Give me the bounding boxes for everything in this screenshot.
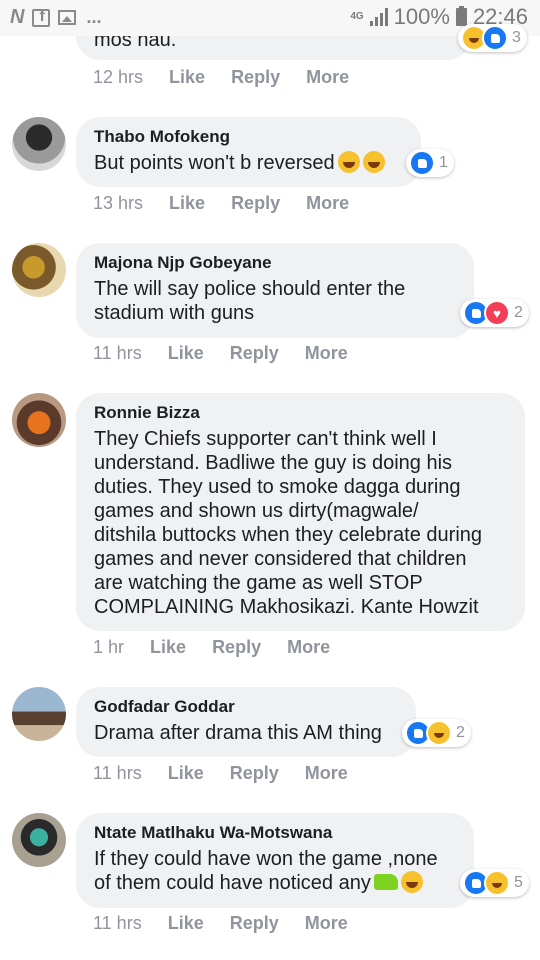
- avatar[interactable]: [12, 243, 66, 297]
- facebook-notification-icon: [32, 8, 51, 27]
- reactions-summary[interactable]: 2: [402, 719, 471, 747]
- more-notifications-icon: ...: [86, 7, 102, 27]
- like-action[interactable]: Like: [168, 913, 204, 934]
- reply-action[interactable]: Reply: [212, 637, 261, 658]
- comment-bubble[interactable]: Ronnie Bizza They Chiefs supporter can't…: [76, 393, 525, 631]
- comment-meta: 12 hrs Like Reply More: [93, 67, 349, 88]
- like-reaction-icon: [409, 150, 435, 176]
- comment-text: They Chiefs supporter can't think well I…: [94, 428, 483, 618]
- notification-icons: N ...: [10, 6, 101, 29]
- reply-action[interactable]: Reply: [231, 193, 280, 214]
- reactions-summary[interactable]: 1: [406, 149, 454, 177]
- more-action[interactable]: More: [287, 637, 330, 658]
- reactions-summary[interactable]: 2: [460, 299, 529, 327]
- comment-author[interactable]: Ntate Matlhaku Wa-Motswana: [94, 823, 456, 843]
- battery-icon: [455, 6, 467, 26]
- battery-percent: 100%: [393, 4, 450, 29]
- reply-action[interactable]: Reply: [230, 913, 279, 934]
- avatar[interactable]: [12, 813, 66, 867]
- like-action[interactable]: Like: [168, 763, 204, 784]
- comment-text: The will say police should enter the sta…: [94, 278, 406, 324]
- comment-text: But points won't b reversed: [94, 152, 335, 174]
- reply-action[interactable]: Reply: [230, 343, 279, 364]
- comment-text-line: If they could have won the game ,none of…: [94, 847, 456, 895]
- comment-author[interactable]: Majona Njp Gobeyane: [94, 253, 456, 273]
- more-action[interactable]: More: [306, 67, 349, 88]
- laughing-emoji-icon: [337, 151, 360, 173]
- laughing-emoji-icon: [362, 151, 385, 173]
- comment-bubble[interactable]: Godfadar Goddar Drama after drama this A…: [76, 687, 416, 757]
- comment-text-line: But points won't b reversed: [94, 151, 403, 175]
- more-action[interactable]: More: [306, 193, 349, 214]
- signal-icon: [369, 8, 388, 26]
- like-action[interactable]: Like: [169, 67, 205, 88]
- comment-bubble[interactable]: Thabo Mofokeng But points won't b revers…: [76, 117, 421, 187]
- avatar[interactable]: [12, 117, 66, 171]
- water-pistol-emoji-icon: [373, 874, 398, 890]
- more-action[interactable]: More: [305, 343, 348, 364]
- like-reaction-icon: [482, 25, 508, 51]
- reaction-count: 3: [512, 29, 521, 46]
- network-type: 4G: [350, 11, 364, 22]
- reply-action[interactable]: Reply: [231, 67, 280, 88]
- avatar[interactable]: [12, 687, 66, 741]
- comment-time: 11 hrs: [93, 913, 142, 933]
- image-notification-icon: [58, 10, 77, 25]
- love-reaction-icon: [484, 300, 510, 326]
- haha-reaction-icon: [426, 720, 452, 746]
- more-action[interactable]: More: [305, 913, 348, 934]
- haha-reaction-icon: [484, 870, 510, 896]
- comment-author[interactable]: Thabo Mofokeng: [94, 127, 403, 147]
- comment-meta: 13 hrs Like Reply More: [93, 193, 349, 214]
- comment-time: 13 hrs: [93, 193, 144, 213]
- reaction-count: 1: [439, 154, 448, 171]
- comment-bubble[interactable]: Majona Njp Gobeyane The will say police …: [76, 243, 474, 338]
- comment-meta: 1 hr Like Reply More: [93, 637, 330, 658]
- comment-time: 1 hr: [93, 637, 125, 657]
- comment-time: 11 hrs: [93, 763, 142, 783]
- comment-text: Drama after drama this AM thing: [94, 722, 382, 744]
- comment-meta: 11 hrs Like Reply More: [93, 913, 348, 934]
- like-action[interactable]: Like: [168, 343, 204, 364]
- reaction-count: 2: [514, 304, 523, 321]
- comment-time: 11 hrs: [93, 343, 142, 363]
- comment-meta: 11 hrs Like Reply More: [93, 763, 348, 784]
- reactions-summary[interactable]: 3: [458, 24, 527, 52]
- reaction-count: 2: [456, 724, 465, 741]
- like-action[interactable]: Like: [169, 193, 205, 214]
- avatar[interactable]: [12, 393, 66, 447]
- like-action[interactable]: Like: [150, 637, 186, 658]
- reply-action[interactable]: Reply: [230, 763, 279, 784]
- laughing-emoji-icon: [400, 871, 423, 893]
- reactions-summary[interactable]: 5: [460, 869, 529, 897]
- reaction-count: 5: [514, 874, 523, 891]
- n-app-icon: N: [10, 6, 25, 28]
- comment-time: 12 hrs: [93, 67, 144, 87]
- comment-author[interactable]: Ronnie Bizza: [94, 403, 507, 423]
- more-action[interactable]: More: [305, 763, 348, 784]
- comment-bubble[interactable]: Ntate Matlhaku Wa-Motswana If they could…: [76, 813, 474, 908]
- comment-meta: 11 hrs Like Reply More: [93, 343, 348, 364]
- comment-author[interactable]: Godfadar Goddar: [94, 697, 398, 717]
